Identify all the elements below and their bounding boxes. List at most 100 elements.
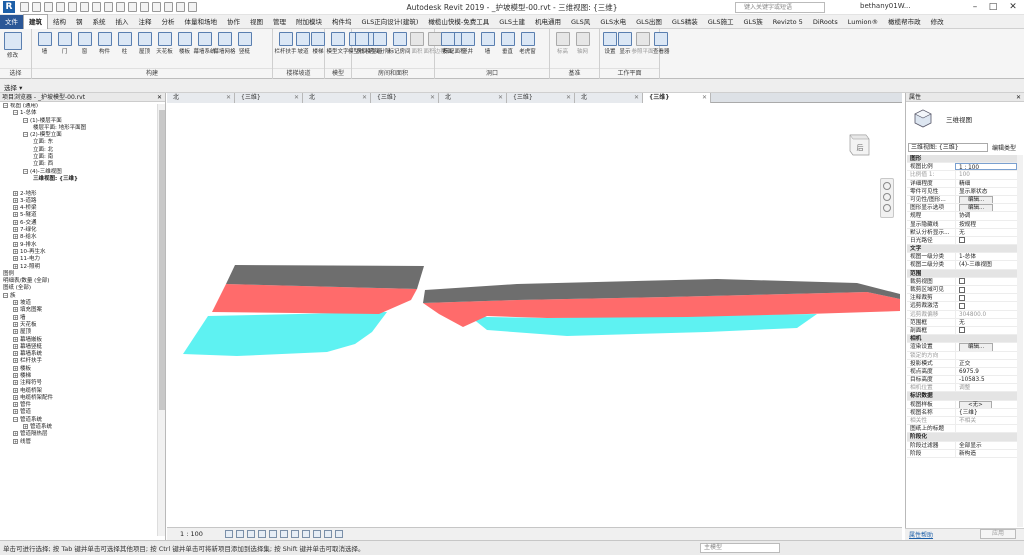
ribbon-tab[interactable]: GLS出图	[631, 15, 667, 29]
tree-toggle[interactable]: +	[13, 314, 18, 320]
browser-tree-item[interactable]: + 墙	[0, 314, 156, 322]
close-icon[interactable]: ✕	[1006, 1, 1020, 13]
view-tab[interactable]: 北 ✕	[167, 93, 235, 103]
ribbon-tool-button[interactable]: 轴网	[573, 32, 592, 55]
ribbon-tab[interactable]: GLS土建	[494, 15, 530, 29]
tree-toggle[interactable]: −	[13, 110, 18, 116]
ribbon-tab[interactable]: 橄榄帮市政	[883, 15, 926, 29]
help-search-input[interactable]: 键入关键字或短语	[735, 2, 825, 13]
tree-toggle[interactable]: −	[23, 168, 28, 174]
ribbon-tool-button[interactable]: 屋顶	[135, 32, 154, 55]
browser-tree-item[interactable]: + 栏杆扶手	[0, 358, 156, 365]
tree-toggle[interactable]: −	[3, 292, 8, 298]
ribbon-tool-button[interactable]: 门	[55, 32, 74, 55]
browser-tree-item[interactable]: − 管道系统	[0, 416, 156, 424]
tree-toggle[interactable]: +	[13, 351, 18, 357]
tree-toggle[interactable]: −	[23, 132, 28, 138]
tree-toggle[interactable]: +	[13, 343, 18, 349]
ribbon-tool-button[interactable]: 幕墙系统	[194, 32, 216, 55]
reveal-hidden-icon[interactable]	[324, 530, 332, 538]
shadows-icon[interactable]	[258, 530, 266, 538]
view-tab[interactable]: {三维} ✕	[643, 93, 711, 103]
property-value[interactable]: 按规程	[955, 220, 1017, 228]
property-edit-button[interactable]: <无>	[959, 400, 992, 408]
tree-toggle[interactable]: +	[13, 380, 18, 386]
ribbon-tool-button[interactable]: 参照平面	[632, 32, 654, 55]
ribbon-tool-button[interactable]: 窗	[75, 32, 94, 55]
ribbon-tab[interactable]: 橄榄山快模-免费工具	[423, 15, 494, 29]
ribbon-tab[interactable]: Revizto 5	[768, 15, 808, 29]
ribbon-tab[interactable]: 系统	[88, 15, 111, 29]
visual-style-icon[interactable]	[236, 530, 244, 538]
browser-tree-item[interactable]: −1-总体	[0, 110, 156, 117]
tree-toggle[interactable]: +	[13, 431, 18, 437]
browser-tree-item[interactable]: +8-给水	[0, 234, 156, 241]
instance-type-select[interactable]: 三维视图: {三维}	[908, 143, 988, 152]
property-edit-button[interactable]: 编辑...	[959, 343, 994, 351]
maximize-icon[interactable]: □	[986, 1, 1000, 13]
tree-toggle[interactable]: +	[13, 438, 18, 444]
ribbon-tool-button[interactable]: 修改	[3, 32, 22, 59]
tree-toggle[interactable]: +	[13, 394, 18, 400]
browser-tree-item[interactable]: + 管道隔热层	[0, 431, 156, 438]
ribbon-tab[interactable]: 管理	[268, 15, 291, 29]
close-tab-icon[interactable]: ✕	[430, 93, 435, 103]
scrollbar-thumb[interactable]	[159, 110, 165, 410]
ribbon-tab[interactable]: Lumion®	[843, 15, 883, 29]
browser-tree-item[interactable]: + 线管	[0, 438, 156, 446]
redo-icon[interactable]	[68, 2, 77, 12]
detail-level-icon[interactable]	[225, 530, 233, 538]
crop-region-icon[interactable]	[291, 530, 299, 538]
property-value[interactable]: 全部显示	[955, 441, 1017, 449]
temp-hide-icon[interactable]	[313, 530, 321, 538]
browser-tree-item[interactable]: +6-交通	[0, 219, 156, 227]
text-icon[interactable]	[128, 2, 137, 12]
property-value[interactable]: 协调	[955, 212, 1017, 220]
ribbon-tool-button[interactable]: 按面	[438, 32, 457, 55]
ribbon-tool-button[interactable]: 墙	[478, 32, 497, 55]
undo-icon[interactable]	[56, 2, 65, 12]
tree-toggle[interactable]: +	[13, 307, 18, 313]
tree-toggle[interactable]: +	[13, 241, 18, 247]
close-tab-icon[interactable]: ✕	[498, 93, 503, 103]
property-value[interactable]: 新构造	[955, 449, 1017, 457]
browser-tree-item[interactable]: 楼层平面: 地形平面图	[0, 125, 156, 132]
property-value[interactable]: 无	[955, 228, 1017, 236]
ribbon-tool-button[interactable]: 查看器	[653, 32, 670, 55]
tree-toggle[interactable]: −	[23, 117, 28, 123]
browser-tree-item[interactable]: 立面: 西	[0, 161, 156, 168]
ribbon-tab[interactable]: 钢	[71, 15, 88, 29]
print-icon[interactable]	[80, 2, 89, 12]
ribbon-tab[interactable]: 构件坞	[327, 15, 357, 29]
ribbon-tool-button[interactable]: 面积	[410, 32, 424, 55]
view-tab[interactable]: {三维} ✕	[371, 93, 439, 103]
browser-tree-item[interactable]: 立面: 东	[0, 139, 156, 146]
property-value[interactable]: 1-总体	[955, 253, 1017, 261]
ribbon-tool-button[interactable]: 构件	[95, 32, 114, 55]
ribbon-tab[interactable]: GLS精装	[667, 15, 703, 29]
tree-toggle[interactable]: +	[13, 365, 18, 371]
browser-tree-item[interactable]: + 幕墙嵌板	[0, 336, 156, 344]
orbit-icon[interactable]	[883, 204, 891, 212]
tree-toggle[interactable]: +	[13, 248, 18, 254]
revit-logo[interactable]: R	[3, 1, 15, 13]
browser-tree-item[interactable]: + 填充图案	[0, 307, 156, 314]
zoom-icon[interactable]	[883, 193, 891, 201]
ribbon-tool-button[interactable]: 栏杆扶手	[275, 32, 297, 55]
browser-tree-item[interactable]: − (1)-楼层平面	[0, 117, 156, 125]
slope-left-water[interactable]	[183, 312, 387, 356]
tree-toggle[interactable]: −	[13, 416, 18, 422]
open-icon[interactable]	[20, 2, 29, 12]
ribbon-tab[interactable]: GLS风	[566, 15, 595, 29]
property-value[interactable]: 6975.9	[955, 367, 1017, 376]
crop-view-icon[interactable]	[280, 530, 288, 538]
3d-view-icon[interactable]	[140, 2, 149, 12]
ribbon-tool-button[interactable]: 竖井	[458, 32, 477, 55]
ribbon-tool-button[interactable]: 房间	[355, 32, 369, 55]
tree-toggle[interactable]: +	[13, 402, 18, 408]
switch-windows-icon[interactable]	[188, 2, 197, 12]
property-checkbox[interactable]	[959, 278, 965, 285]
ribbon-tool-button[interactable]: 楼板	[175, 32, 194, 55]
browser-scrollbar[interactable]	[157, 104, 165, 536]
browser-tree-item[interactable]	[0, 183, 156, 190]
